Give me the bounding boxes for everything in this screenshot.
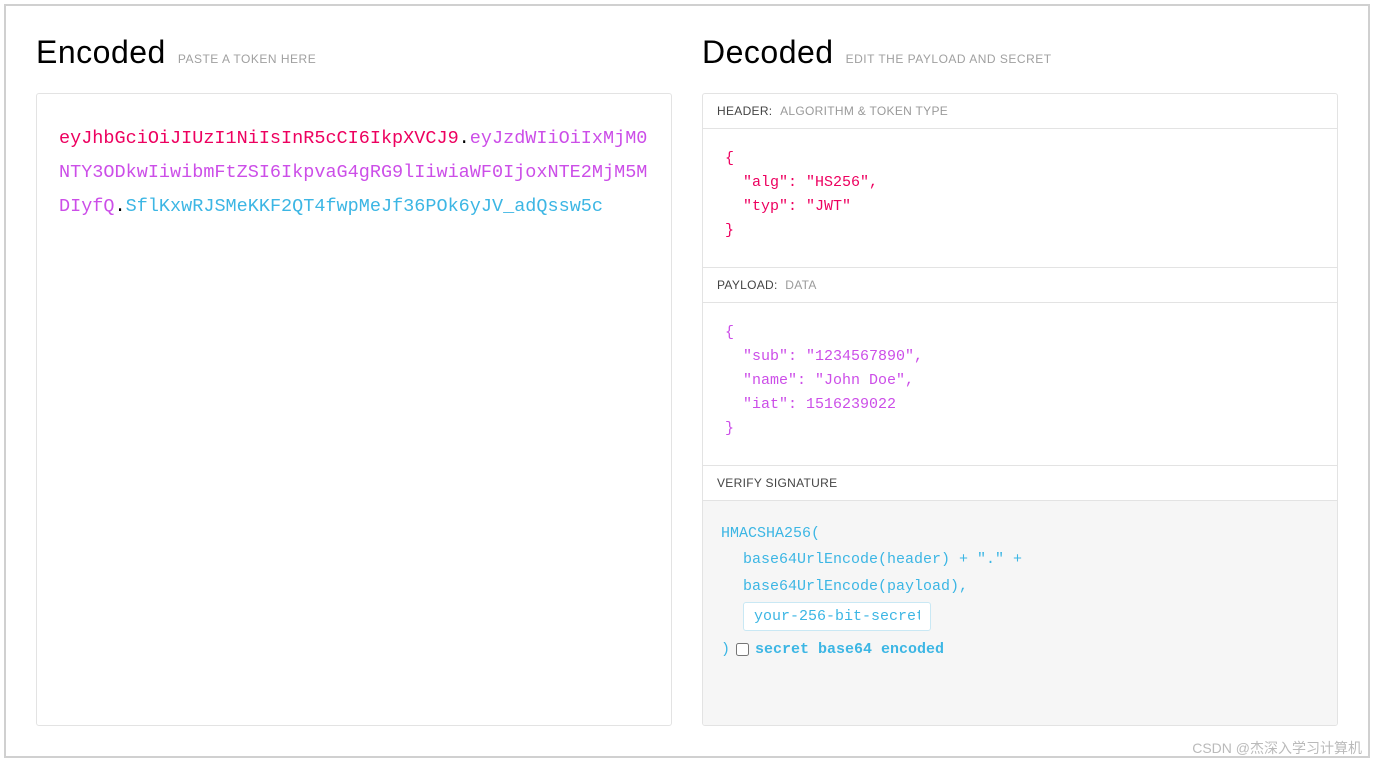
sig-line-2: base64UrlEncode(header) + "." + — [721, 547, 1319, 573]
secret-base64-label[interactable]: secret base64 encoded — [755, 637, 944, 663]
token-dot: . — [115, 196, 126, 217]
encoded-token-input[interactable]: eyJhbGciOiJIUzI1NiIsInR5cCI6IkpXVCJ9.eyJ… — [36, 93, 672, 726]
decoded-panels: HEADER: ALGORITHM & TOKEN TYPE { "alg": … — [702, 93, 1338, 726]
jwt-debugger-frame: Encoded PASTE A TOKEN HERE eyJhbGciOiJIU… — [4, 4, 1370, 758]
encoded-subtitle: PASTE A TOKEN HERE — [178, 52, 316, 66]
header-json-editor[interactable]: { "alg": "HS256", "typ": "JWT" } — [703, 129, 1337, 267]
decoded-column: Decoded EDIT THE PAYLOAD AND SECRET HEAD… — [702, 34, 1338, 726]
watermark: CSDN @杰深入学习计算机 — [1192, 738, 1362, 758]
token-signature-segment: SflKxwRJSMeKKF2QT4fwpMeJf36POk6yJV_adQss… — [126, 196, 603, 217]
decoded-title: Decoded — [702, 34, 834, 71]
decoded-title-row: Decoded EDIT THE PAYLOAD AND SECRET — [702, 34, 1338, 71]
secret-base64-checkbox[interactable] — [736, 643, 749, 656]
payload-sublabel: DATA — [785, 278, 816, 292]
signature-panel-title: VERIFY SIGNATURE — [703, 466, 1337, 501]
token-header-segment: eyJhbGciOiJIUzI1NiIsInR5cCI6IkpXVCJ9 — [59, 128, 459, 149]
decoded-subtitle: EDIT THE PAYLOAD AND SECRET — [846, 52, 1052, 66]
signature-panel-body: HMACSHA256( base64UrlEncode(header) + ".… — [703, 501, 1337, 725]
header-sublabel: ALGORITHM & TOKEN TYPE — [780, 104, 948, 118]
encoded-title-row: Encoded PASTE A TOKEN HERE — [36, 34, 672, 71]
encoded-column: Encoded PASTE A TOKEN HERE eyJhbGciOiJIU… — [36, 34, 672, 726]
secret-input[interactable] — [743, 602, 931, 631]
sig-line-1: HMACSHA256( — [721, 521, 1319, 547]
payload-json-editor[interactable]: { "sub": "1234567890", "name": "John Doe… — [703, 303, 1337, 465]
payload-label: PAYLOAD: — [717, 278, 778, 292]
sig-close-paren: ) — [721, 637, 730, 663]
signature-label: VERIFY SIGNATURE — [717, 476, 837, 490]
encoded-title: Encoded — [36, 34, 166, 71]
sig-line-3: base64UrlEncode(payload), — [721, 574, 1319, 600]
token-dot: . — [459, 128, 470, 149]
header-panel-title: HEADER: ALGORITHM & TOKEN TYPE — [703, 94, 1337, 129]
payload-panel-title: PAYLOAD: DATA — [703, 268, 1337, 303]
header-label: HEADER: — [717, 104, 772, 118]
